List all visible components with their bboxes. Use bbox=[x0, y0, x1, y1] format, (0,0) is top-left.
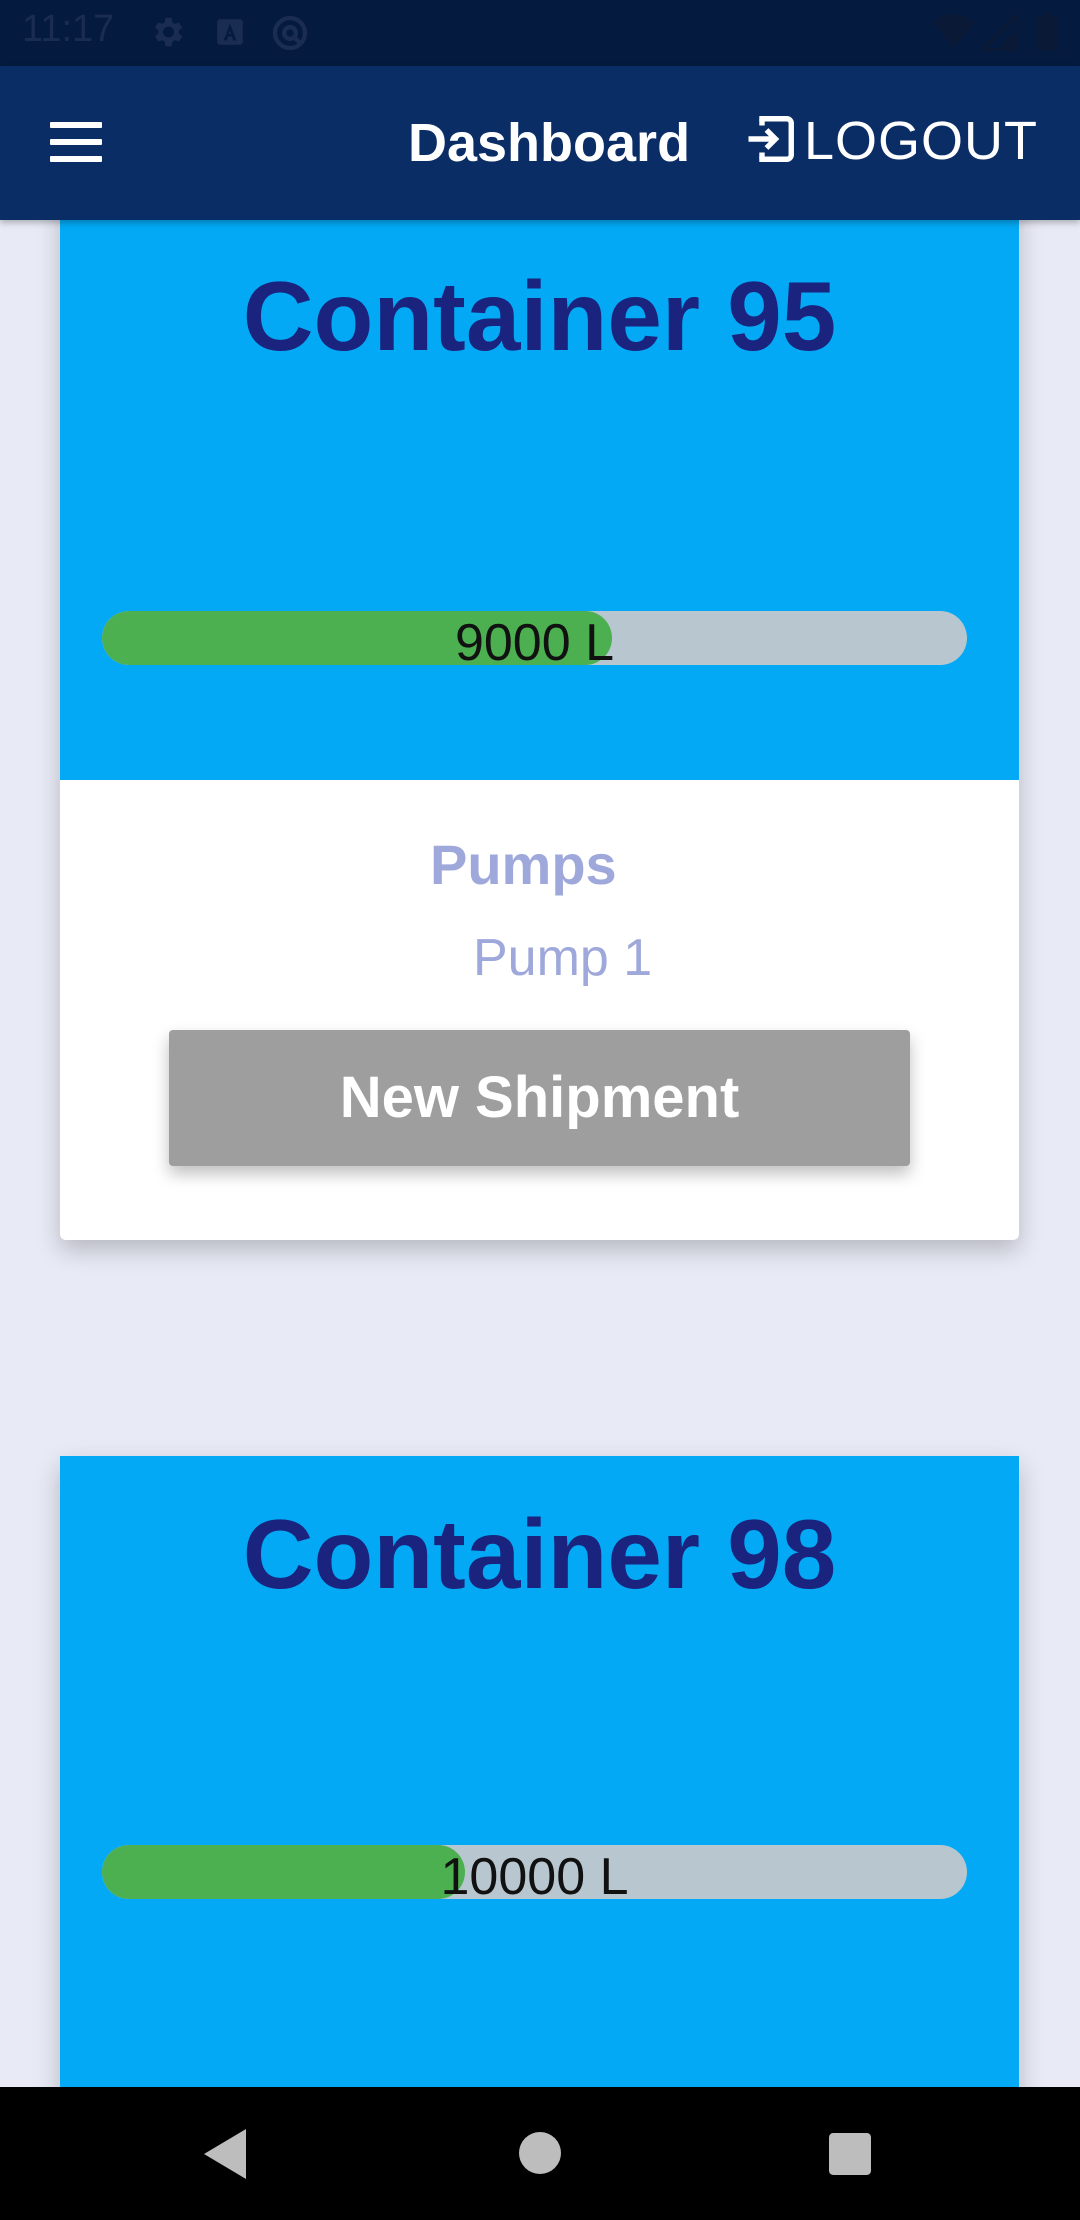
wifi-icon bbox=[933, 13, 975, 56]
battery-icon bbox=[1036, 13, 1058, 56]
container-card-header: Container 95 9000 L bbox=[60, 220, 1019, 780]
status-bar: 11:17 bbox=[0, 0, 1080, 66]
pumps-heading: Pumps bbox=[430, 833, 617, 896]
container-card-body: Pumps Pump 1 New Shipment bbox=[60, 780, 1019, 1240]
container-card: Container 98 10000 L bbox=[60, 1456, 1019, 2087]
container-title: Container 95 bbox=[242, 261, 837, 371]
level-label: 10000 L bbox=[440, 1848, 629, 1899]
level-bar: 9000 L bbox=[102, 611, 967, 665]
container-card-header: Container 98 10000 L bbox=[60, 1456, 1019, 2087]
logout-label: LOGOUT bbox=[804, 111, 1039, 171]
level-label: 9000 L bbox=[454, 614, 615, 665]
recents-icon[interactable] bbox=[829, 2133, 871, 2180]
level-bar: 10000 L bbox=[102, 1845, 967, 1899]
status-time: 11:17 bbox=[22, 8, 115, 50]
app-bar: Dashboard LOGOUT bbox=[0, 66, 1080, 220]
logout-button[interactable]: LOGOUT bbox=[744, 106, 1038, 176]
page-title: Dashboard bbox=[408, 113, 691, 173]
container-list[interactable]: Container 95 9000 L Pumps Pump 1 New Shi… bbox=[0, 220, 1080, 2087]
system-nav-bar bbox=[0, 2087, 1080, 2220]
sync-icon bbox=[270, 13, 310, 58]
new-shipment-button[interactable]: New Shipment bbox=[169, 1030, 910, 1166]
login-arrow-icon bbox=[744, 112, 798, 171]
container-title: Container 98 bbox=[242, 1499, 837, 1609]
pump-item[interactable]: Pump 1 bbox=[473, 928, 652, 988]
hamburger-icon[interactable] bbox=[50, 122, 102, 162]
home-icon[interactable] bbox=[519, 2132, 561, 2179]
text-a-icon bbox=[213, 13, 247, 56]
container-card: Container 95 9000 L Pumps Pump 1 New Shi… bbox=[60, 220, 1019, 1240]
settings-icon bbox=[148, 13, 186, 56]
signal-icon bbox=[976, 8, 1021, 56]
back-icon[interactable] bbox=[204, 2129, 248, 2184]
